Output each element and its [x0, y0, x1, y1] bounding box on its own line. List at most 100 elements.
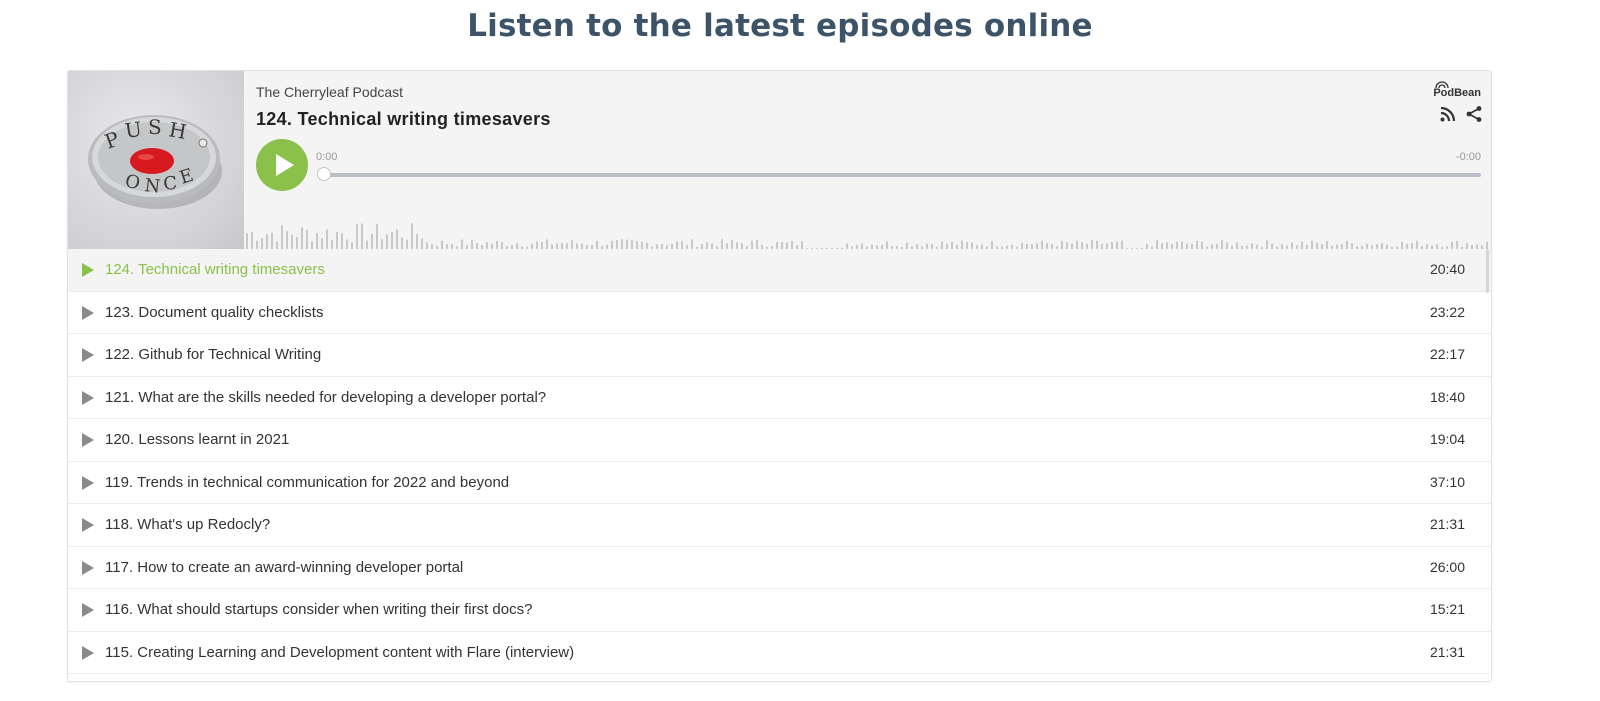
- play-icon[interactable]: [82, 475, 94, 490]
- episode-title[interactable]: 122. Github for Technical Writing: [105, 346, 321, 363]
- waveform-bar: [541, 241, 543, 249]
- waveform-bar: [361, 223, 363, 249]
- share-icon[interactable]: [1465, 105, 1483, 123]
- waveform-bar: [1486, 241, 1488, 249]
- current-episode-title[interactable]: 124. Technical writing timesavers: [256, 109, 551, 130]
- svg-text:C: C: [162, 173, 178, 195]
- waveform-bar: [1491, 244, 1492, 249]
- episode-list-scrollbar[interactable]: [1486, 249, 1489, 293]
- play-icon[interactable]: [82, 603, 94, 617]
- podcast-cover-image: P U S H O N C E: [68, 71, 244, 249]
- episode-row[interactable]: 115. Creating Learning and Development c…: [68, 631, 1491, 674]
- svg-text:S: S: [148, 115, 162, 139]
- waveform-bar: [1221, 240, 1223, 249]
- episode-title[interactable]: 123. Document quality checklists: [105, 304, 323, 321]
- waveform-bar: [356, 224, 358, 249]
- episode-list: 124. Technical writing timesavers 20:40 12…: [68, 249, 1491, 674]
- waveform-bar: [631, 240, 633, 249]
- waveform-bar: [386, 234, 388, 249]
- waveform-bar: [961, 240, 963, 249]
- progress-bar[interactable]: [321, 173, 1481, 177]
- waveform-bar: [371, 234, 373, 249]
- play-icon[interactable]: [82, 390, 94, 405]
- waveform-bar: [416, 234, 418, 249]
- episode-title[interactable]: 118. What's up Redocly?: [105, 516, 270, 533]
- time-remaining: -0:00: [1455, 151, 1481, 163]
- episode-row[interactable]: 120. Lessons learnt in 2021 19:04: [68, 419, 1491, 462]
- play-icon[interactable]: [82, 263, 94, 277]
- episode-duration: 19:04: [1429, 431, 1465, 447]
- play-icon[interactable]: [82, 348, 94, 362]
- waveform-bar: [1236, 242, 1238, 249]
- episode-title[interactable]: 119. Trends in technical communication f…: [105, 474, 509, 491]
- player-header: P U S H O N C E The Cherryleaf Podcast 1…: [68, 71, 1492, 249]
- episode-row[interactable]: 122. Github for Technical Writing 22:17: [68, 334, 1491, 377]
- waveform-bar: [326, 229, 328, 249]
- episode-row[interactable]: 124. Technical writing timesavers 20:40: [68, 249, 1491, 292]
- episode-title[interactable]: 116. What should startups consider when …: [105, 601, 532, 618]
- waveform-bar: [281, 225, 283, 249]
- waveform-bar: [496, 240, 498, 249]
- play-icon[interactable]: [82, 433, 94, 447]
- episode-duration: 21:31: [1429, 643, 1465, 660]
- waveform-bar: [486, 242, 488, 249]
- waveform-bar: [1181, 241, 1183, 249]
- episode-row[interactable]: 117. How to create an award-winning deve…: [68, 546, 1491, 589]
- waveform-bar: [346, 239, 348, 249]
- episode-title[interactable]: 124. Technical writing timesavers: [105, 261, 325, 278]
- waveform-bar: [536, 241, 538, 249]
- episode-duration: 22:17: [1429, 346, 1465, 362]
- show-name[interactable]: The Cherryleaf Podcast: [256, 84, 403, 100]
- waveform-bar: [401, 237, 403, 249]
- waveform-bar: [286, 231, 288, 249]
- waveform-bar: [636, 241, 638, 249]
- episode-row[interactable]: 121. What are the skills needed for deve…: [68, 376, 1491, 419]
- waveform-bar: [791, 240, 793, 249]
- episode-title[interactable]: 115. Creating Learning and Development c…: [105, 644, 574, 661]
- waveform-bar: [641, 241, 643, 249]
- episode-duration: 26:00: [1429, 558, 1465, 575]
- progress-handle[interactable]: [317, 167, 331, 181]
- waveform-bar: [461, 239, 463, 249]
- waveform-bar: [676, 241, 678, 249]
- play-icon[interactable]: [82, 305, 94, 320]
- time-elapsed: 0:00: [316, 151, 338, 163]
- episode-row[interactable]: 118. What's up Redocly? 21:31: [68, 504, 1491, 547]
- waveform-bar: [951, 241, 953, 249]
- waveform-bar: [1041, 240, 1043, 249]
- waveform-bar: [571, 240, 573, 249]
- waveform-bar: [391, 231, 393, 249]
- waveform-bar: [316, 233, 318, 249]
- waveform-graphic[interactable]: [244, 211, 1492, 249]
- episode-row[interactable]: 119. Trends in technical communication f…: [68, 461, 1491, 504]
- play-icon[interactable]: [82, 518, 94, 532]
- waveform-bar: [291, 234, 293, 249]
- waveform-bar: [1166, 242, 1168, 249]
- waveform-bar: [1266, 240, 1268, 249]
- push-once-button-image: P U S H O N C E: [88, 115, 222, 209]
- waveform-bar: [1401, 241, 1403, 249]
- play-icon[interactable]: [82, 645, 94, 660]
- waveform-bar: [1416, 240, 1418, 249]
- episode-row[interactable]: 116. What should startups consider when …: [68, 589, 1491, 632]
- episode-row[interactable]: 123. Document quality checklists 23:22: [68, 291, 1491, 334]
- waveform-bar: [1311, 240, 1313, 249]
- waveform-bar: [1346, 240, 1348, 249]
- waveform-bar: [246, 233, 248, 249]
- waveform-bar: [261, 238, 263, 249]
- waveform-bar: [776, 242, 778, 249]
- podbean-logo[interactable]: PodBean: [1433, 81, 1481, 99]
- waveform-bar: [616, 240, 618, 249]
- episode-title[interactable]: 121. What are the skills needed for deve…: [105, 389, 546, 406]
- rss-icon[interactable]: [1439, 105, 1457, 123]
- waveform-bar: [351, 241, 353, 249]
- play-icon[interactable]: [82, 560, 94, 575]
- episode-title[interactable]: 117. How to create an award-winning deve…: [105, 559, 463, 576]
- svg-text:U: U: [123, 117, 143, 143]
- play-button[interactable]: [256, 139, 308, 191]
- waveform-bar: [1081, 242, 1083, 249]
- waveform-bar: [311, 241, 313, 249]
- waveform-bar: [1301, 241, 1303, 249]
- waveform-bar: [421, 238, 423, 249]
- episode-title[interactable]: 120. Lessons learnt in 2021: [105, 431, 289, 448]
